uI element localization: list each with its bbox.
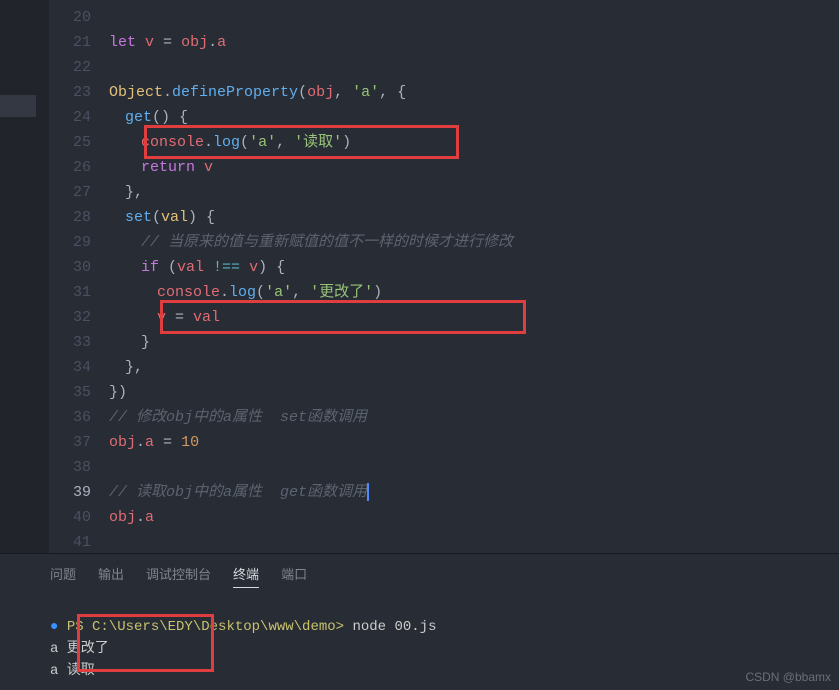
terminal-output[interactable]: ● PS C:\Users\EDY\Desktop\www\demo> node…	[0, 616, 839, 682]
tab-debug-console[interactable]: 调试控制台	[146, 564, 211, 588]
terminal-prompt: PS C:\Users\EDY\Desktop\www\demo>	[67, 619, 344, 635]
tab-output[interactable]: 输出	[98, 564, 124, 588]
tab-problems[interactable]: 问题	[50, 564, 76, 588]
activity-indicator	[0, 95, 36, 117]
dirty-indicator-icon: ●	[50, 619, 58, 635]
editor-area: 2021222324252627282930313233343536373839…	[0, 0, 839, 553]
terminal-command: node 00.js	[344, 619, 436, 635]
line-number-gutter: 2021222324252627282930313233343536373839…	[49, 0, 109, 553]
code-content[interactable]: let v = obj.a Object.defineProperty(obj,…	[109, 0, 839, 553]
terminal-line: a 更改了	[50, 638, 839, 660]
watermark-text: CSDN @bbamx	[745, 670, 831, 684]
text-cursor	[367, 483, 369, 501]
bottom-panel: 问题 输出 调试控制台 终端 端口 ● PS C:\Users\EDY\Desk…	[0, 553, 839, 690]
tab-ports[interactable]: 端口	[281, 564, 307, 588]
tab-terminal[interactable]: 终端	[233, 564, 259, 588]
panel-tabs: 问题 输出 调试控制台 终端 端口	[0, 554, 839, 598]
activity-bar	[0, 0, 49, 553]
terminal-line: a 读取	[50, 660, 839, 682]
